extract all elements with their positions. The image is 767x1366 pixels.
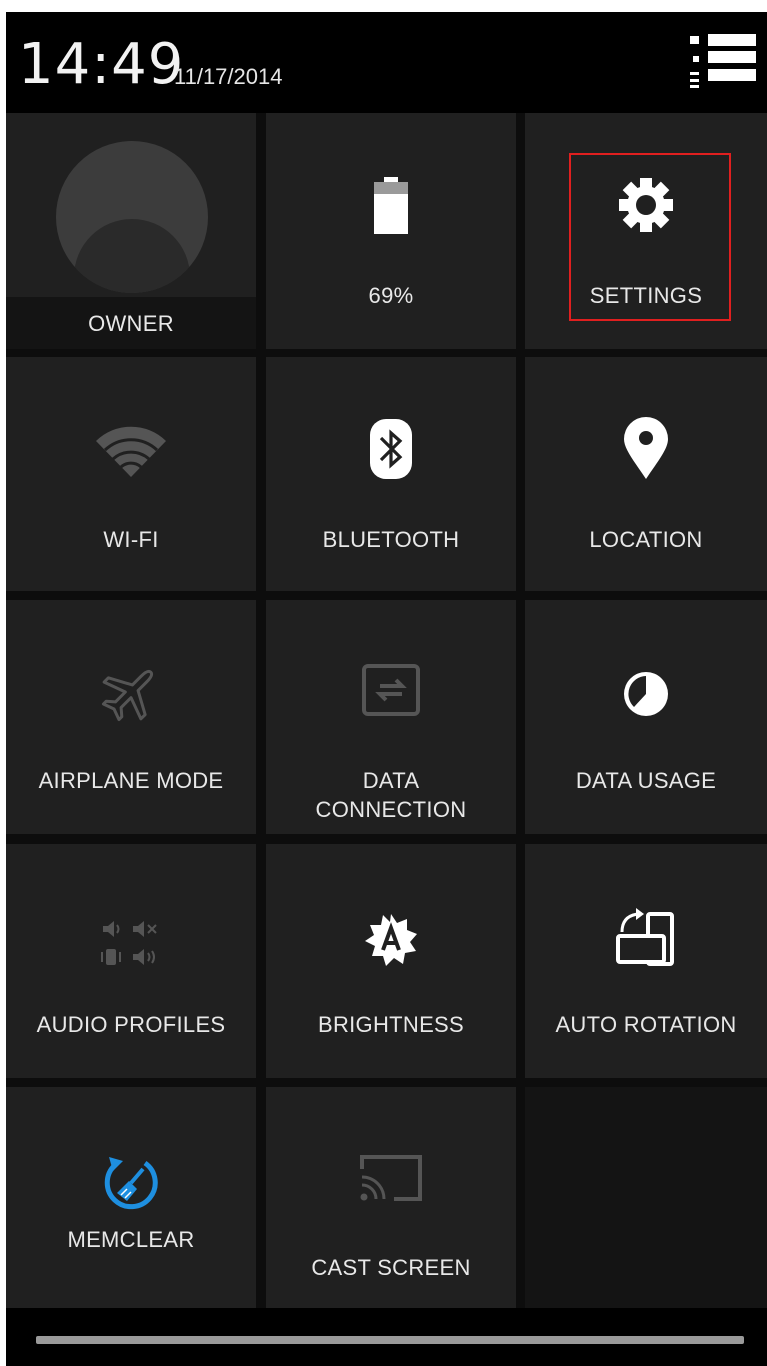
tile-auto-rotation[interactable]: AUTO ROTATION	[525, 844, 767, 1078]
memclear-broom-icon	[101, 1153, 161, 1216]
tile-label: MEMCLEAR	[67, 1227, 195, 1252]
tile-label-line1: DATA	[362, 768, 420, 793]
auto-rotation-icon	[614, 908, 678, 973]
bluetooth-icon	[370, 419, 412, 484]
wifi-icon	[96, 425, 166, 482]
tile-owner[interactable]: OWNER	[6, 113, 256, 349]
clock: 14:49	[18, 32, 185, 97]
tile-data-connection[interactable]: DATA CONNECTION	[266, 600, 516, 834]
status-bar: 14:49 11/17/2014	[6, 12, 767, 113]
tile-label: AUDIO PROFILES	[36, 1012, 226, 1037]
data-usage-icon	[622, 670, 670, 723]
cast-screen-icon	[358, 1153, 424, 1210]
battery-percentage: 69%	[368, 283, 414, 308]
tile-label: AUTO ROTATION	[555, 1012, 737, 1037]
quick-settings-screen: 14:49 11/17/2014 OWNER 69% SETTINGS WI-F…	[6, 12, 767, 1366]
tile-label: BLUETOOTH	[322, 527, 460, 552]
tile-location[interactable]: LOCATION	[525, 357, 767, 591]
tile-label-line2: CONNECTION	[315, 797, 467, 822]
data-connection-icon	[362, 664, 420, 721]
auto-brightness-icon	[365, 914, 417, 971]
tile-empty	[525, 1087, 767, 1309]
tile-label: OWNER	[88, 311, 174, 336]
tile-cast-screen[interactable]: CAST SCREEN	[266, 1087, 516, 1309]
tile-label: SETTINGS	[589, 283, 703, 308]
tile-data-usage[interactable]: DATA USAGE	[525, 600, 767, 834]
tile-audio-profiles[interactable]: AUDIO PROFILES	[6, 844, 256, 1078]
tile-brightness[interactable]: BRIGHTNESS	[266, 844, 516, 1078]
tile-label: BRIGHTNESS	[317, 1012, 465, 1037]
tile-bluetooth[interactable]: BLUETOOTH	[266, 357, 516, 591]
panel-bottom-bar	[6, 1308, 767, 1366]
location-pin-icon	[624, 417, 668, 484]
battery-empty-portion	[374, 182, 408, 194]
tile-label: DATA USAGE	[575, 768, 717, 793]
tile-wifi[interactable]: WI-FI	[6, 357, 256, 591]
tile-settings[interactable]: SETTINGS	[525, 113, 767, 349]
drag-handle[interactable]	[36, 1336, 744, 1344]
tile-label: WI-FI	[103, 527, 159, 552]
tile-airplane-mode[interactable]: AIRPLANE MODE	[6, 600, 256, 834]
battery-icon	[373, 177, 409, 240]
gear-icon	[618, 177, 674, 238]
user-avatar-icon	[56, 141, 208, 293]
tile-label: CAST SCREEN	[311, 1255, 471, 1280]
airplane-icon	[99, 660, 163, 729]
tile-label: LOCATION	[589, 527, 703, 552]
list-settings-icon[interactable]	[690, 34, 756, 92]
date: 11/17/2014	[174, 64, 283, 89]
tile-memclear[interactable]: MEMCLEAR	[6, 1087, 256, 1309]
audio-profiles-icon	[99, 920, 163, 973]
tile-battery[interactable]: 69%	[266, 113, 516, 349]
tile-label: AIRPLANE MODE	[38, 768, 224, 793]
